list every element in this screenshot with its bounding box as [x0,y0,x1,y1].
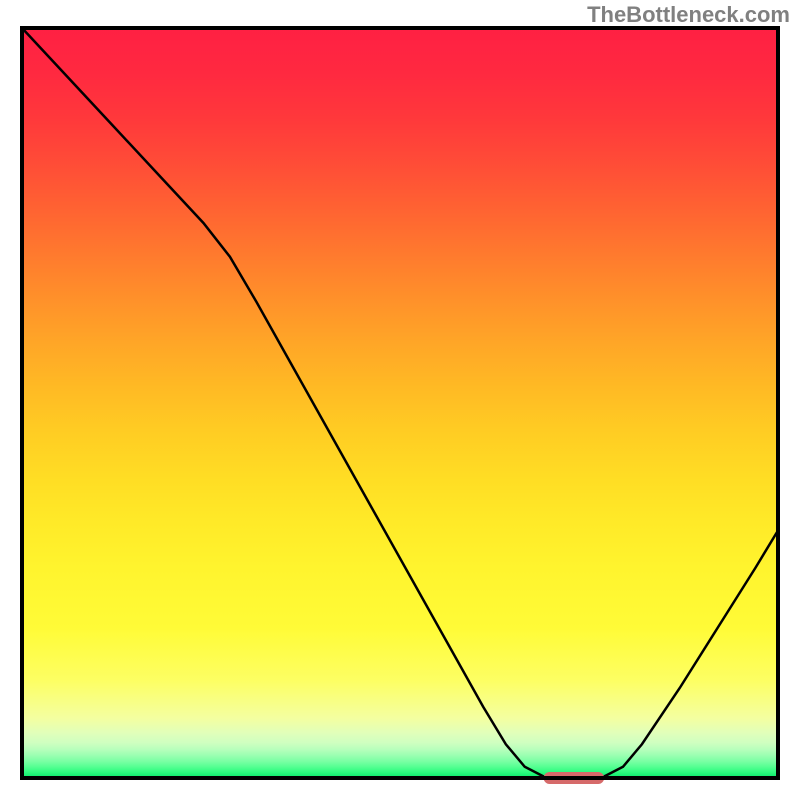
watermark-text: TheBottleneck.com [587,2,790,28]
chart-container: TheBottleneck.com [0,0,800,800]
plot-background [22,28,778,778]
bottleneck-chart [0,0,800,800]
